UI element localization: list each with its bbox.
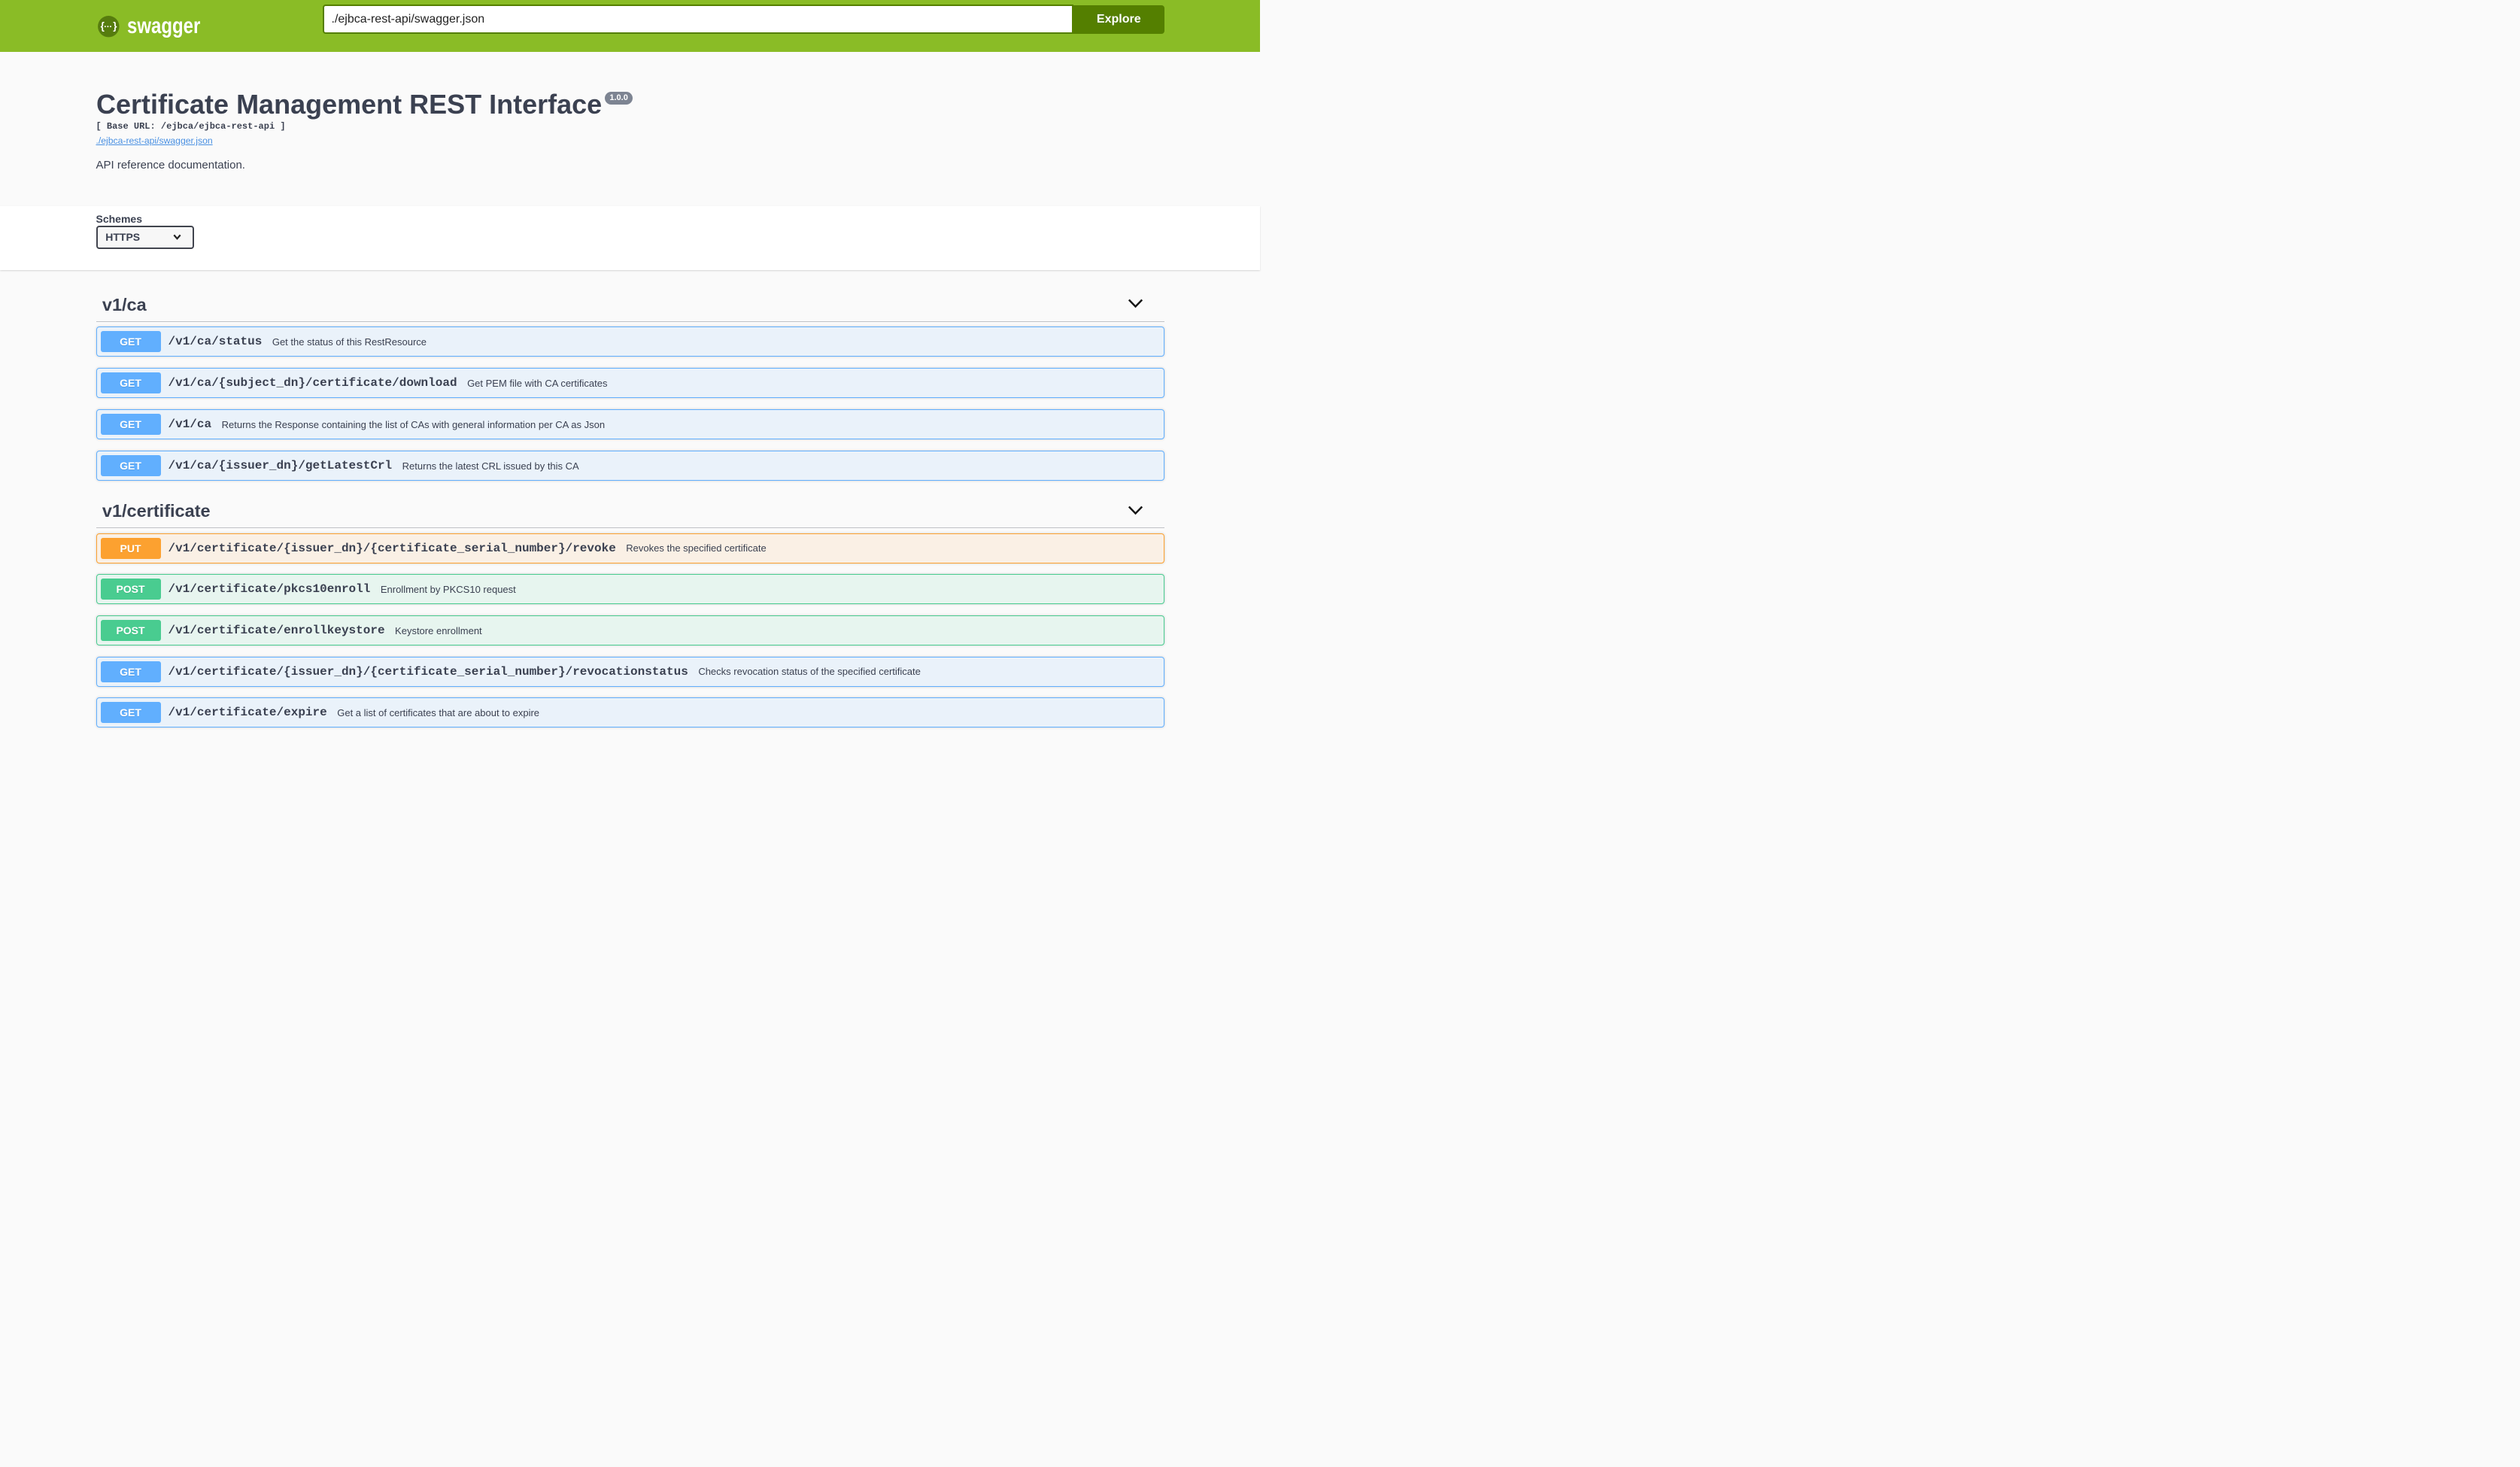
- svg-text:}: }: [113, 20, 117, 32]
- svg-text:{: {: [100, 20, 104, 32]
